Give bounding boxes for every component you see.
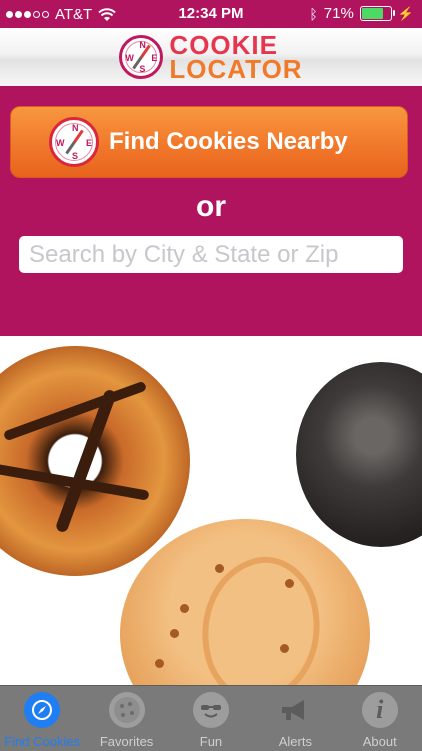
tab-label: Fun xyxy=(199,734,223,749)
status-bar: AT&T 12:34 PM ᛒ 71% ⚡ xyxy=(0,0,422,28)
cookie-locator-logo: N S E W COOKIE LOCATOR xyxy=(119,32,303,84)
find-cookies-nearby-button[interactable]: N S E W Find Cookies Nearby xyxy=(10,106,408,178)
info-icon: i xyxy=(361,692,398,728)
tab-label: Alerts xyxy=(278,734,312,749)
tab-favorites[interactable]: Favorites xyxy=(85,686,169,749)
app-header: N S E W COOKIE LOCATOR xyxy=(0,28,422,86)
battery-icon xyxy=(359,6,395,21)
search-panel: N S E W Find Cookies Nearby or xyxy=(0,86,422,336)
thin-mint-cookie-image xyxy=(296,362,422,547)
tab-label: About xyxy=(362,734,397,749)
battery-percent: 71% xyxy=(323,5,354,22)
or-divider-text: or xyxy=(196,190,226,223)
tab-label: Favorites xyxy=(99,734,154,749)
tab-label: Find Cookies xyxy=(4,734,81,749)
sunglasses-smiley-icon xyxy=(192,692,229,728)
bluetooth-icon: ᛒ xyxy=(309,5,318,22)
logo-text-locator: LOCATOR xyxy=(169,54,303,84)
trefoil-cookie-image xyxy=(120,519,370,685)
tab-fun[interactable]: Fun xyxy=(169,686,253,749)
compass-logo-icon: N S E W xyxy=(119,35,164,79)
compass-icon: N S E W xyxy=(49,117,99,167)
tab-find-cookies[interactable]: Find Cookies xyxy=(0,686,84,749)
tab-alerts[interactable]: Alerts xyxy=(253,686,337,749)
compass-icon xyxy=(24,692,61,728)
charging-icon: ⚡ xyxy=(397,5,414,21)
city-state-zip-search-input[interactable] xyxy=(19,236,403,273)
samoa-cookie-image xyxy=(0,346,190,576)
megaphone-icon xyxy=(277,692,313,728)
tab-about[interactable]: i About xyxy=(338,686,422,749)
bottom-tab-bar: Find Cookies Favorites Fun Alerts i Abou… xyxy=(0,685,422,751)
cookie-icon xyxy=(108,692,145,728)
find-cookies-nearby-label: Find Cookies Nearby xyxy=(109,128,348,155)
cookies-photo xyxy=(0,336,422,685)
status-right-group: ᛒ 71% ⚡ xyxy=(309,5,414,22)
